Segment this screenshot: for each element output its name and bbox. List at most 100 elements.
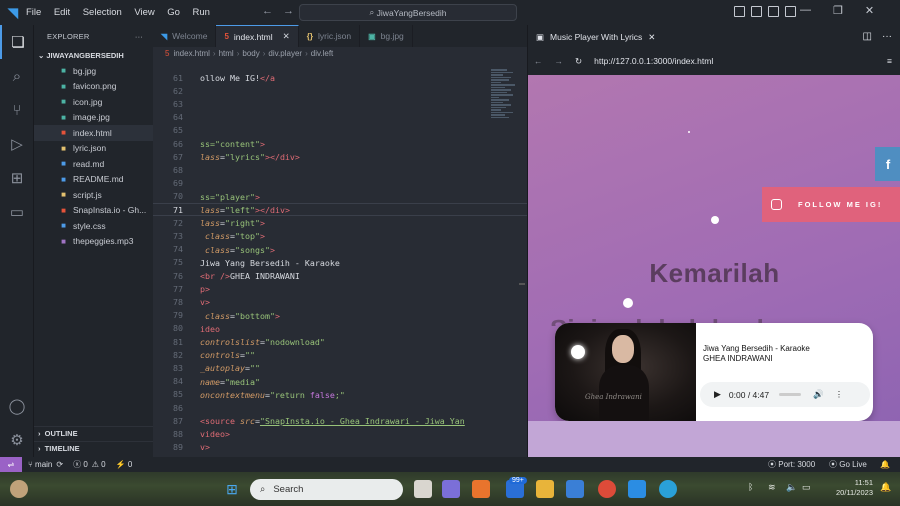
menu-selection[interactable]: Selection — [83, 7, 122, 18]
breadcrumb-item[interactable]: index.html — [173, 49, 209, 58]
forward-arrow-icon[interactable]: → — [555, 56, 564, 66]
more-options-icon[interactable]: ⋮ — [835, 389, 844, 400]
chat-app-icon[interactable] — [442, 480, 460, 498]
notification-center-icon[interactable]: 🔔 — [880, 482, 891, 493]
menu-go[interactable]: Go — [167, 7, 180, 18]
remote-indicator-icon[interactable]: ⇌ — [0, 457, 22, 472]
file-item[interactable]: ■ SnapInsta.io - Gh... — [34, 203, 153, 219]
menu-bar: File Edit Selection View Go Run — [26, 7, 220, 18]
run-debug-icon[interactable]: ▷ — [0, 127, 34, 161]
url-bar[interactable]: http://127.0.0.1:3000/index.html — [594, 56, 713, 66]
vscode-taskbar-icon[interactable] — [628, 480, 646, 498]
timeline-section[interactable]: › TIMELINE — [34, 441, 153, 455]
chrome-icon[interactable] — [598, 480, 616, 498]
tab-bg-jpg[interactable]: ▣ bg.jpg — [360, 25, 413, 47]
file-item[interactable]: ■ index.html — [34, 125, 153, 141]
breadcrumb-item[interactable]: body — [242, 49, 259, 58]
editor-scrollbar[interactable] — [519, 283, 525, 285]
menu-edit[interactable]: Edit — [54, 7, 70, 18]
extensions-icon[interactable]: ⊞ — [0, 161, 34, 195]
command-center-search[interactable]: ⌕ JiwaYangBersedih — [299, 4, 517, 21]
file-item[interactable]: ■ image.jpg — [34, 110, 153, 126]
file-explorer-icon[interactable] — [536, 480, 554, 498]
file-item[interactable]: ■ README.md — [34, 172, 153, 188]
source-control-icon[interactable]: ⑂ — [0, 93, 34, 127]
xampp-icon[interactable] — [472, 480, 490, 498]
port-label: Port: 3000 — [778, 460, 816, 469]
remote-explorer-icon[interactable]: ▭ — [0, 195, 34, 229]
line-number: 64 — [153, 111, 527, 124]
breadcrumb-item[interactable]: div.left — [311, 49, 334, 58]
customize-layout-icon[interactable] — [785, 6, 796, 17]
edge-icon[interactable] — [659, 480, 677, 498]
split-editor-icon[interactable]: ◫ — [863, 31, 872, 42]
microsoft-store-icon[interactable] — [566, 480, 584, 498]
more-actions-icon[interactable]: ··· — [882, 31, 892, 42]
restore-icon[interactable]: ❐ — [833, 4, 843, 17]
back-arrow-icon[interactable]: ← — [262, 5, 283, 17]
menu-file[interactable]: File — [26, 7, 41, 18]
branch-name[interactable]: main — [35, 460, 52, 469]
search-view-icon[interactable]: ⌕ — [0, 59, 34, 93]
toggle-panel-icon[interactable] — [751, 6, 762, 17]
account-icon[interactable]: ◯ — [0, 389, 34, 423]
facebook-icon[interactable]: f — [875, 147, 900, 181]
go-live-button[interactable]: ⦿ Go Live — [829, 459, 867, 470]
more-actions-icon[interactable]: ··· — [135, 32, 143, 41]
ports-count[interactable]: 0 — [128, 460, 132, 469]
outline-label: OUTLINE — [44, 429, 78, 438]
volume-icon[interactable]: 🔊 — [813, 389, 824, 400]
minimap[interactable] — [491, 68, 517, 158]
explorer-icon[interactable]: ❏ — [0, 25, 34, 59]
start-menu-icon[interactable]: ⊞ — [223, 480, 241, 498]
vscode-tab-icon: ◥ — [161, 31, 168, 41]
file-item[interactable]: ■ read.md — [34, 156, 153, 172]
file-item[interactable]: ■ favicon.png — [34, 79, 153, 95]
bluetooth-icon[interactable]: ᛒ — [748, 482, 753, 492]
file-item[interactable]: ■ bg.jpg — [34, 63, 153, 79]
play-icon[interactable]: ▶ — [714, 389, 721, 400]
file-item[interactable]: ■ icon.jpg — [34, 94, 153, 110]
sync-icon[interactable]: ⟳ — [56, 460, 63, 469]
notifications-bell-icon[interactable]: 🔔 — [880, 460, 890, 469]
follow-instagram-button[interactable]: FOLLOW ME IG! — [762, 187, 900, 222]
taskbar-search[interactable]: ⌕ Search — [250, 479, 403, 500]
warning-count[interactable]: 0 — [101, 460, 105, 469]
breadcrumb-item[interactable]: html — [219, 49, 234, 58]
workspace-folder[interactable]: ⌄ JIWAYANGBERSEDIH — [34, 47, 153, 63]
tab-lyric-json[interactable]: {} lyric.json — [299, 25, 361, 47]
browser-tab[interactable]: ▣ Music Player With Lyrics ✕ ◫ ··· — [528, 25, 900, 49]
close-window-icon[interactable]: ✕ — [865, 4, 874, 17]
toggle-sidebar-icon[interactable] — [734, 6, 745, 17]
tab-welcome[interactable]: ◥ Welcome — [153, 25, 217, 47]
floating-particle — [571, 345, 585, 359]
tab-index-html[interactable]: 5 index.html ✕ — [216, 25, 299, 47]
menu-run[interactable]: Run — [192, 7, 209, 18]
wifi-icon[interactable]: ≋ — [768, 482, 776, 493]
outline-section[interactable]: › OUTLINE — [34, 426, 153, 440]
port-indicator[interactable]: ⦿ Port: 3000 — [768, 459, 815, 470]
close-tab-icon[interactable]: ✕ — [648, 32, 655, 43]
file-item[interactable]: ■ script.js — [34, 187, 153, 203]
task-view-icon[interactable] — [414, 480, 432, 498]
reload-icon[interactable]: ↻ — [575, 56, 582, 67]
back-arrow-icon[interactable]: ← — [534, 56, 543, 66]
seek-slider[interactable] — [779, 393, 802, 396]
code-editor[interactable]: 61 62 63 64 65 66 67 68 69 70 71 72 73 74 75 76 77 78 79 80… — [153, 68, 527, 457]
file-item[interactable]: ■ style.css — [34, 218, 153, 234]
menu-view[interactable]: View — [134, 7, 154, 18]
error-count[interactable]: 0 — [83, 460, 87, 469]
toggle-secondary-sidebar-icon[interactable] — [768, 6, 779, 17]
tab-label: Welcome — [172, 31, 208, 41]
settings-gear-icon[interactable]: ⚙ — [0, 423, 34, 457]
menu-icon[interactable]: ≡ — [887, 56, 892, 66]
weather-widget-icon[interactable] — [10, 480, 28, 498]
file-item[interactable]: ■ thepeggies.mp3 — [34, 234, 153, 250]
minimize-icon[interactable]: — — [800, 4, 811, 17]
taskbar-clock[interactable]: 11:51 20/11/2023 — [823, 478, 873, 498]
battery-icon[interactable]: ▭ — [802, 482, 811, 493]
file-item[interactable]: ■ lyric.json — [34, 141, 153, 157]
volume-icon[interactable]: 🔈 — [786, 482, 797, 493]
breadcrumb-item[interactable]: div.player — [268, 49, 302, 58]
close-tab-icon[interactable]: ✕ — [283, 31, 290, 42]
